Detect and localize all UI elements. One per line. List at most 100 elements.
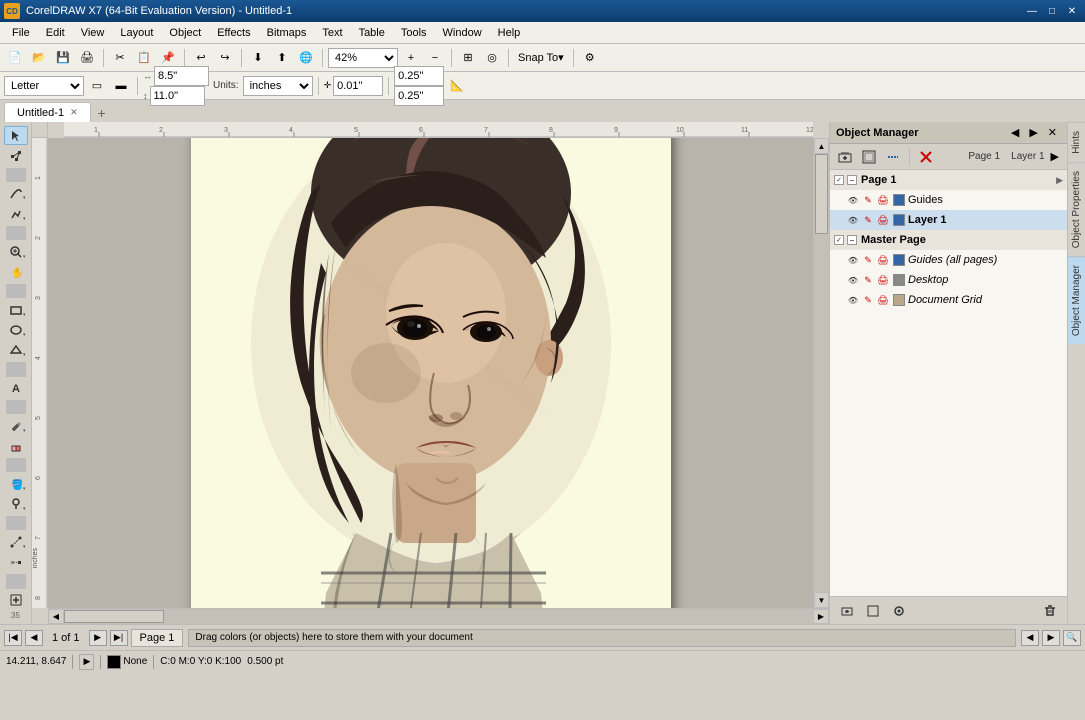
zoom-tool[interactable]: ▾: [4, 242, 28, 261]
guides-print-icon[interactable]: 🖨: [876, 193, 890, 207]
eraser-tool[interactable]: [4, 437, 28, 456]
new-tab-button[interactable]: +: [93, 104, 111, 122]
save-button[interactable]: 💾: [52, 47, 74, 69]
node-tool[interactable]: [4, 146, 28, 165]
view-full-button[interactable]: ⊞: [457, 47, 479, 69]
guides-eye-icon[interactable]: 👁: [846, 193, 860, 207]
connector-tool[interactable]: ▾: [4, 532, 28, 551]
delete-obj-button[interactable]: [1039, 600, 1061, 622]
smart-draw-tool[interactable]: ▾: [4, 204, 28, 223]
snap-to-button[interactable]: Snap To▾: [514, 47, 568, 69]
freehand-tool[interactable]: ▾: [4, 184, 28, 203]
tab-object-manager[interactable]: Object Manager: [1068, 256, 1085, 344]
desktop-edit[interactable]: ✎: [861, 273, 875, 287]
tab-untitled1[interactable]: Untitled-1 ✕: [4, 102, 91, 122]
guides-all-print[interactable]: 🖨: [876, 253, 890, 267]
units-select[interactable]: inches millimeters centimeters: [243, 76, 313, 96]
layer1-print-icon[interactable]: 🖨: [876, 213, 890, 227]
dup-offset-v-input[interactable]: [394, 86, 444, 106]
redo-button[interactable]: ↪: [214, 47, 236, 69]
tree-desktop[interactable]: 👁 ✎ 🖨 Desktop: [830, 270, 1067, 290]
horizontal-scrollbar[interactable]: ◀ ▶: [48, 608, 829, 624]
menu-view[interactable]: View: [73, 25, 113, 41]
canvas-content[interactable]: S♥S ~18~: [48, 138, 813, 608]
menu-help[interactable]: Help: [490, 25, 529, 41]
print-button[interactable]: 🖨: [76, 47, 98, 69]
tab-hints[interactable]: Hints: [1068, 122, 1085, 162]
obj-manager-close-button[interactable]: ✕: [1044, 125, 1061, 141]
new-master-layer-button[interactable]: [858, 146, 880, 168]
tree-page1[interactable]: − Page 1 ▶: [830, 170, 1067, 190]
view-wire-button[interactable]: ◎: [481, 47, 503, 69]
fill-swatch[interactable]: [107, 655, 121, 669]
transform-info[interactable]: 35: [11, 611, 20, 620]
tree-masterpage[interactable]: − Master Page: [830, 230, 1067, 250]
desktop-print[interactable]: 🖨: [876, 273, 890, 287]
master-layer-obj-button[interactable]: [862, 600, 884, 622]
menu-table[interactable]: Table: [351, 25, 393, 41]
add-page-button[interactable]: [4, 591, 28, 610]
docgrid-edit[interactable]: ✎: [861, 293, 875, 307]
next-page-button[interactable]: ▶: [89, 630, 107, 646]
menu-edit[interactable]: Edit: [38, 25, 73, 41]
tab-close-button[interactable]: ✕: [70, 107, 78, 118]
new-button[interactable]: 📄: [4, 47, 26, 69]
page1-visibility[interactable]: [834, 175, 844, 185]
maximize-button[interactable]: □: [1043, 3, 1061, 19]
masterpage-toggle[interactable]: −: [847, 235, 857, 245]
desktop-eye[interactable]: 👁: [846, 273, 860, 287]
portrait-button[interactable]: ▭: [86, 75, 108, 97]
pan-tool[interactable]: ✋: [4, 263, 28, 282]
palette-scroll-right[interactable]: ▶: [1042, 630, 1060, 646]
menu-tools[interactable]: Tools: [393, 25, 435, 41]
scroll-right-button[interactable]: ▶: [813, 609, 829, 624]
expand-right-button[interactable]: ▶: [1047, 149, 1063, 165]
scroll-thumb-h[interactable]: [64, 610, 164, 623]
options-button[interactable]: ⚙: [579, 47, 601, 69]
open-button[interactable]: 📂: [28, 47, 50, 69]
text-tool[interactable]: A: [4, 379, 28, 398]
palette-scroll-left[interactable]: ◀: [1021, 630, 1039, 646]
menu-effects[interactable]: Effects: [209, 25, 258, 41]
last-page-button[interactable]: ▶|: [110, 630, 128, 646]
menu-text[interactable]: Text: [314, 25, 350, 41]
polygon-tool[interactable]: ▾: [4, 341, 28, 360]
scroll-left-button[interactable]: ◀: [48, 609, 64, 624]
select-tool[interactable]: [4, 126, 28, 145]
drawing-scale-button[interactable]: 📐: [446, 75, 468, 97]
new-layer-button[interactable]: [834, 146, 856, 168]
zoom-status-button[interactable]: 🔍: [1063, 630, 1081, 646]
prev-page-button[interactable]: ◀: [25, 630, 43, 646]
height-input[interactable]: [150, 86, 205, 106]
dup-offset-h-input[interactable]: [394, 66, 444, 86]
guides-edit-icon[interactable]: ✎: [861, 193, 875, 207]
obj-manager-options-button[interactable]: ▶: [1025, 125, 1041, 141]
vertical-scrollbar[interactable]: ▲ ▼: [813, 138, 829, 608]
nudge-input[interactable]: [333, 76, 383, 96]
layer1-eye-icon[interactable]: 👁: [846, 213, 860, 227]
tree-layer1[interactable]: 👁 ✎ 🖨 Layer 1: [830, 210, 1067, 230]
scroll-down-button[interactable]: ▼: [814, 592, 829, 608]
guides-all-edit[interactable]: ✎: [861, 253, 875, 267]
close-button[interactable]: ✕: [1063, 3, 1081, 19]
menu-object[interactable]: Object: [161, 25, 209, 41]
menu-file[interactable]: File: [4, 25, 38, 41]
guides-all-eye[interactable]: 👁: [846, 253, 860, 267]
tree-guides-all[interactable]: 👁 ✎ 🖨 Guides (all pages): [830, 250, 1067, 270]
layer-tree[interactable]: − Page 1 ▶ 👁 ✎ 🖨 Guides 👁: [830, 170, 1067, 596]
paper-size-select[interactable]: Letter: [4, 76, 84, 96]
new-obj-button[interactable]: [836, 600, 858, 622]
docgrid-print[interactable]: 🖨: [876, 293, 890, 307]
blend-tool[interactable]: [4, 553, 28, 572]
options-status-button[interactable]: ▶: [79, 654, 94, 670]
cut-button[interactable]: ✂: [109, 47, 131, 69]
menu-bitmaps[interactable]: Bitmaps: [259, 25, 315, 41]
paint-tool[interactable]: ▾: [4, 416, 28, 435]
scroll-track-v[interactable]: [814, 154, 829, 592]
tree-docgrid[interactable]: 👁 ✎ 🖨 Document Grid: [830, 290, 1067, 310]
landscape-button[interactable]: ▬: [110, 75, 132, 97]
width-input[interactable]: [154, 66, 209, 86]
ellipse-tool[interactable]: ▾: [4, 321, 28, 340]
layer1-edit-icon[interactable]: ✎: [861, 213, 875, 227]
delete-layer-button[interactable]: [915, 146, 937, 168]
